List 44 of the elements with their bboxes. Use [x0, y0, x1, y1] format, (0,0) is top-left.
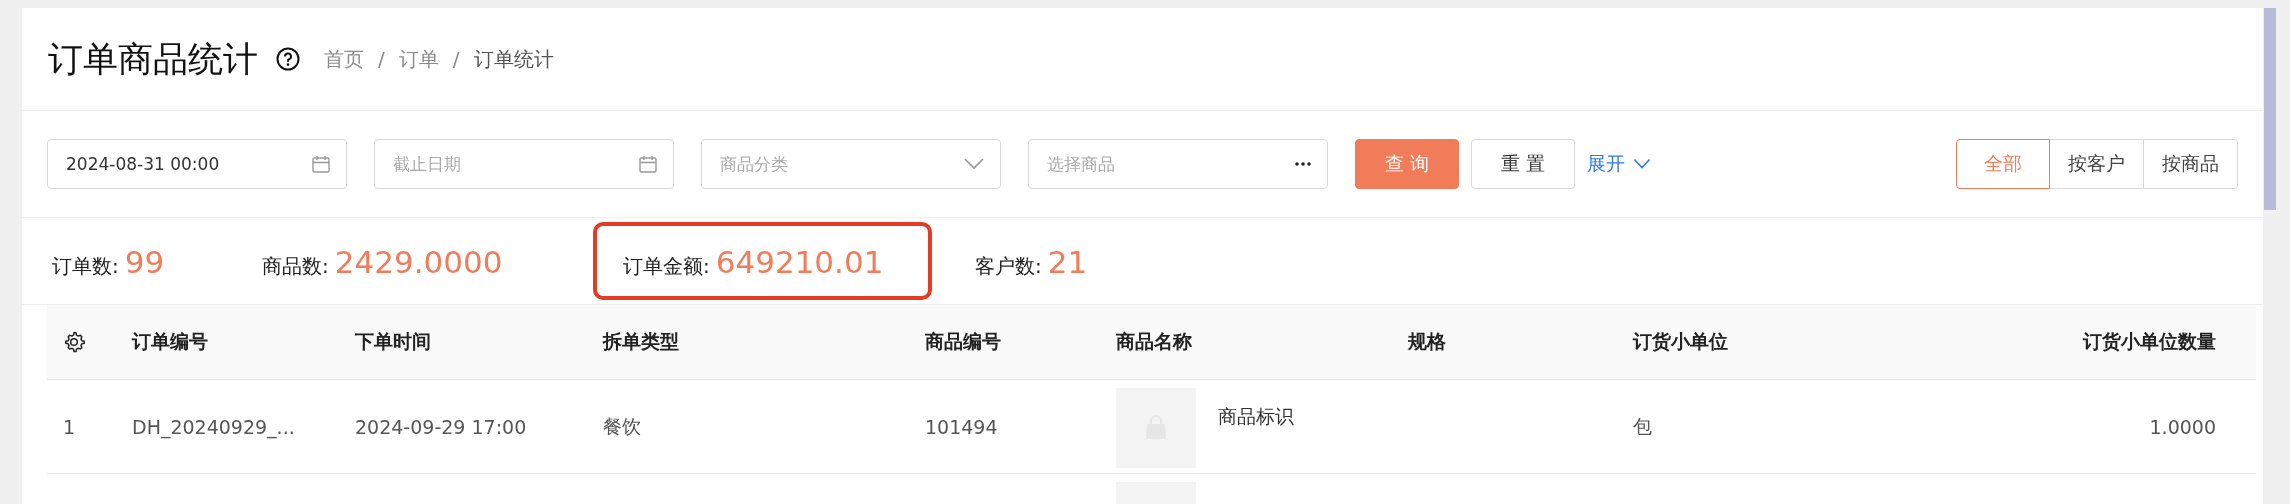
scrollbar[interactable]: [2264, 8, 2276, 210]
chevron-down-icon: [1633, 158, 1651, 170]
more-icon: [1294, 161, 1312, 167]
select-field[interactable]: 商品分类: [701, 139, 1001, 189]
column-header: 拆单类型: [603, 329, 680, 354]
column-header: 订货小单位: [1633, 329, 1729, 354]
help-icon: [276, 47, 300, 71]
table-cell: 2024-09-29 17:00: [355, 415, 527, 438]
breadcrumb-link[interactable]: 订单统计: [473, 45, 554, 73]
expand-link[interactable]: 展开: [1587, 151, 1651, 177]
date-field[interactable]: 截止日期: [374, 139, 674, 189]
stat-label: 订单金额:: [623, 253, 710, 280]
stat-value: 21: [1047, 244, 1088, 280]
stat-label: 订单数:: [52, 253, 119, 280]
stat-value: 99: [124, 244, 165, 280]
column-header: 商品名称: [1116, 329, 1193, 354]
column-header: 商品编号: [925, 329, 1002, 354]
stat-label: 客户数:: [975, 253, 1042, 280]
calendar-icon: [638, 154, 658, 174]
column-header: 下单时间: [355, 329, 432, 354]
table-cell-text: 餐饮: [603, 413, 641, 439]
column-header: 订单编号: [132, 329, 209, 354]
stat-label: 商品数:: [262, 253, 329, 280]
stat-value: 2429.0000: [334, 244, 503, 280]
reset-button[interactable]: 重 置: [1471, 139, 1575, 189]
table-cell: DH_20240929_...: [132, 415, 295, 438]
stat-value: 649210.01: [715, 244, 884, 280]
view-tab[interactable]: 按客户: [2049, 139, 2144, 189]
table-cell: 1.0000: [2149, 415, 2216, 438]
table-cell: 101494: [925, 415, 998, 438]
view-tab[interactable]: 按商品: [2143, 139, 2238, 189]
chevron-down-icon: [963, 157, 985, 171]
row-number: 1: [63, 415, 76, 438]
settings-icon: [63, 331, 85, 353]
column-header: 规格: [1408, 329, 1447, 354]
picker-field[interactable]: 选择商品: [1028, 139, 1328, 189]
breadcrumb-separator: /: [378, 47, 385, 71]
table-cell-text: 包: [1633, 413, 1652, 439]
page-title: 订单商品统计: [48, 37, 258, 81]
date-field[interactable]: 2024-08-31 00:00: [47, 139, 347, 189]
column-header: 订货小单位数量: [2081, 329, 2217, 354]
calendar-icon: [311, 154, 331, 174]
table-cell-text: 商品标识: [1218, 403, 1294, 429]
breadcrumb-separator: /: [452, 47, 460, 71]
